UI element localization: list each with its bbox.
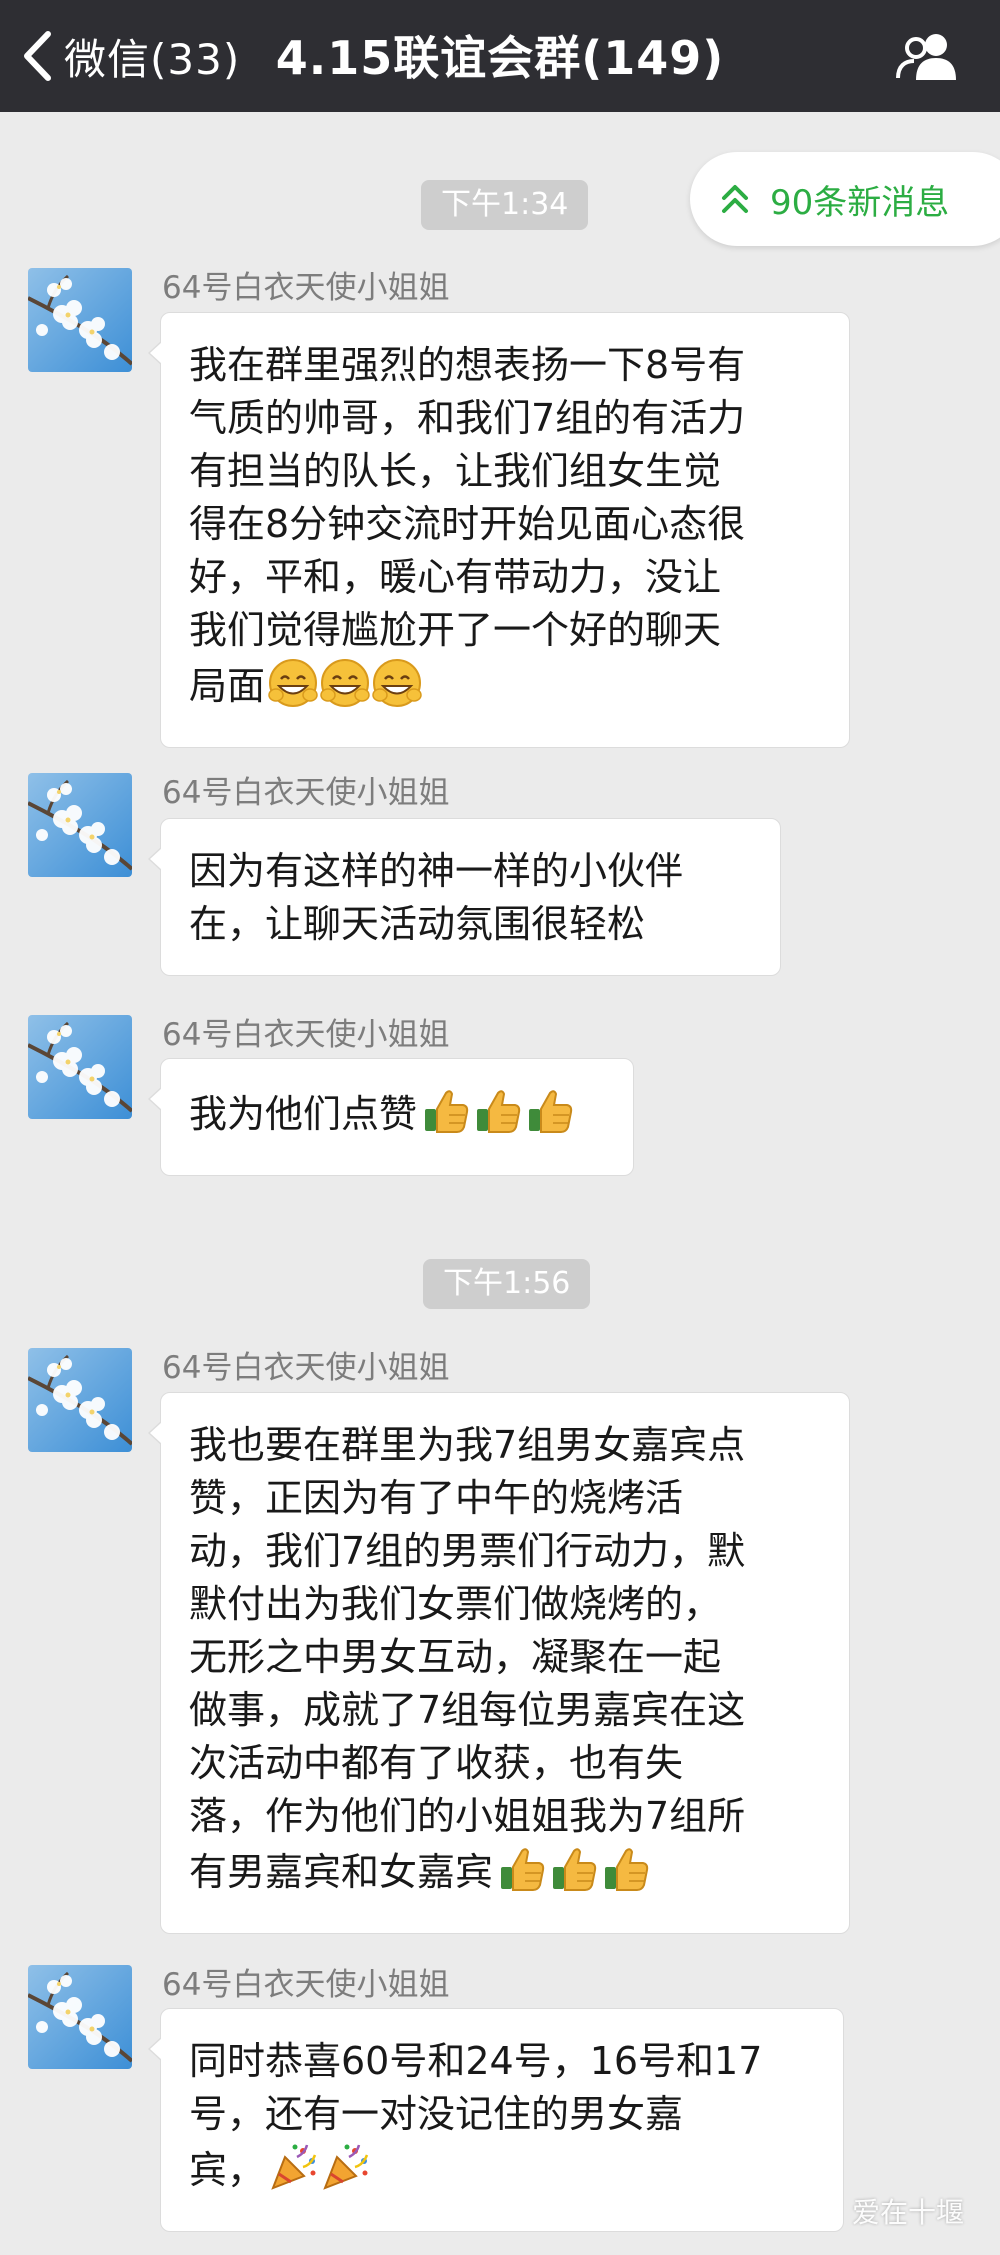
- message-line: 宾，: [189, 2148, 266, 2192]
- sender-name: 64号白衣天使小姐姐: [162, 1017, 450, 1053]
- message-line: 我也要在群里为我7组男女嘉宾点: [189, 1423, 746, 1467]
- thumbs-up-emoji-icon: [424, 1090, 469, 1133]
- sender-avatar[interactable]: [28, 1965, 132, 2069]
- thumbs-up-emoji-icon: [476, 1090, 521, 1133]
- message-line: 因为有这样的神一样的小伙伴: [189, 849, 684, 893]
- blossom-avatar-icon: [28, 773, 132, 877]
- message-line: 做事，成就了7组每位男嘉宾在这: [189, 1688, 746, 1732]
- message-bubble[interactable]: 因为有这样的神一样的小伙伴 在，让聊天活动氛围很轻松: [148, 818, 781, 976]
- grin-emoji-icon: [319, 658, 371, 708]
- new-messages-label: 90条新消息: [770, 182, 950, 223]
- message-line: 落，作为他们的小姐姐我为7组所: [189, 1794, 746, 1838]
- message-bubble[interactable]: 我也要在群里为我7组男女嘉宾点 赞，正因为有了中午的烧烤活 动，我们7组的男票们…: [148, 1392, 850, 1934]
- double-chevron-up-icon: [722, 185, 748, 213]
- grin-emoji-icon: [267, 658, 319, 708]
- thumbs-up-emoji-icon: [528, 1090, 573, 1133]
- blossom-avatar-icon: [28, 1015, 132, 1119]
- message-line: 气质的帅哥，和我们7组的有活力: [189, 396, 746, 440]
- thumbs-up-emoji-icon: [552, 1848, 597, 1891]
- message-line: 有担当的队长，让我们组女生觉: [189, 449, 722, 493]
- thumbs-up-emoji-icon: [604, 1848, 649, 1891]
- message-line-with-emoji: 我为他们点赞: [189, 1085, 605, 1151]
- watermark: 爱在十堰: [806, 2191, 964, 2231]
- sender-avatar[interactable]: [28, 1015, 132, 1119]
- time-label: 下午1:56: [423, 1259, 591, 1309]
- wechat-logo-icon: [806, 2198, 843, 2224]
- watermark-label: 爱在十堰: [851, 2196, 964, 2229]
- chat-header: 微信(33) 4.15联谊会群(149): [0, 0, 1000, 112]
- message-line: 同时恭喜60号和24号，16号和17: [189, 2039, 763, 2083]
- message-bubble[interactable]: 我为他们点赞: [148, 1058, 634, 1176]
- blossom-avatar-icon: [28, 1348, 132, 1452]
- message-line: 赞，正因为有了中午的烧烤活: [189, 1476, 684, 1520]
- message-line: 得在8分钟交流时开始见面心态很: [189, 502, 746, 546]
- party-popper-emoji-icon: [323, 2143, 370, 2190]
- chat-title: 4.15联谊会群(149): [275, 31, 725, 85]
- group-members-icon: [896, 34, 956, 80]
- message-line: 有男嘉宾和女嘉宾: [189, 1850, 494, 1894]
- blossom-avatar-icon: [28, 268, 132, 372]
- message-line: 号，还有一对没记住的男女嘉: [189, 2092, 684, 2136]
- time-label: 下午1:34: [421, 180, 589, 230]
- message-bubble[interactable]: 同时恭喜60号和24号，16号和17 号，还有一对没记住的男女嘉 宾，: [148, 2008, 844, 2232]
- grin-emoji-icon: [371, 658, 423, 708]
- group-info-button[interactable]: [894, 30, 960, 82]
- message-line-with-emoji: 局面: [189, 657, 821, 723]
- sender-name: 64号白衣天使小姐姐: [162, 1350, 450, 1386]
- sender-name: 64号白衣天使小姐姐: [162, 775, 450, 811]
- thumbs-up-emoji-icon: [500, 1848, 545, 1891]
- message-bubble[interactable]: 我在群里强烈的想表扬一下8号有 气质的帅哥，和我们7组的有活力 有担当的队长，让…: [148, 312, 850, 748]
- message-line: 局面: [189, 664, 266, 708]
- new-messages-button[interactable]: 90条新消息: [690, 152, 1000, 246]
- blossom-avatar-icon: [28, 1965, 132, 2069]
- message-line: 我为他们点赞: [189, 1092, 418, 1136]
- message-line: 好，平和，暖心有带动力，没让: [189, 555, 722, 599]
- message-line-with-emoji: 有男嘉宾和女嘉宾: [189, 1843, 821, 1909]
- sender-name: 64号白衣天使小姐姐: [162, 1967, 450, 2003]
- message-line: 次活动中都有了收获，也有失: [189, 1741, 684, 1785]
- message-line: 在，让聊天活动氛围很轻松: [189, 902, 646, 946]
- sender-avatar[interactable]: [28, 773, 132, 877]
- sender-avatar[interactable]: [28, 268, 132, 372]
- message-line: 我们觉得尴尬开了一个好的聊天: [189, 608, 722, 652]
- message-line-with-emoji: 宾，: [189, 2141, 815, 2207]
- message-line: 我在群里强烈的想表扬一下8号有: [189, 343, 746, 387]
- message-line: 动，我们7组的男票们行动力，默: [189, 1529, 746, 1573]
- message-line: 无形之中男女互动，凝聚在一起: [189, 1635, 722, 1679]
- sender-avatar[interactable]: [28, 1348, 132, 1452]
- sender-name: 64号白衣天使小姐姐: [162, 270, 450, 306]
- message-line: 默付出为我们女票们做烧烤的，: [189, 1582, 722, 1626]
- party-popper-emoji-icon: [271, 2143, 318, 2190]
